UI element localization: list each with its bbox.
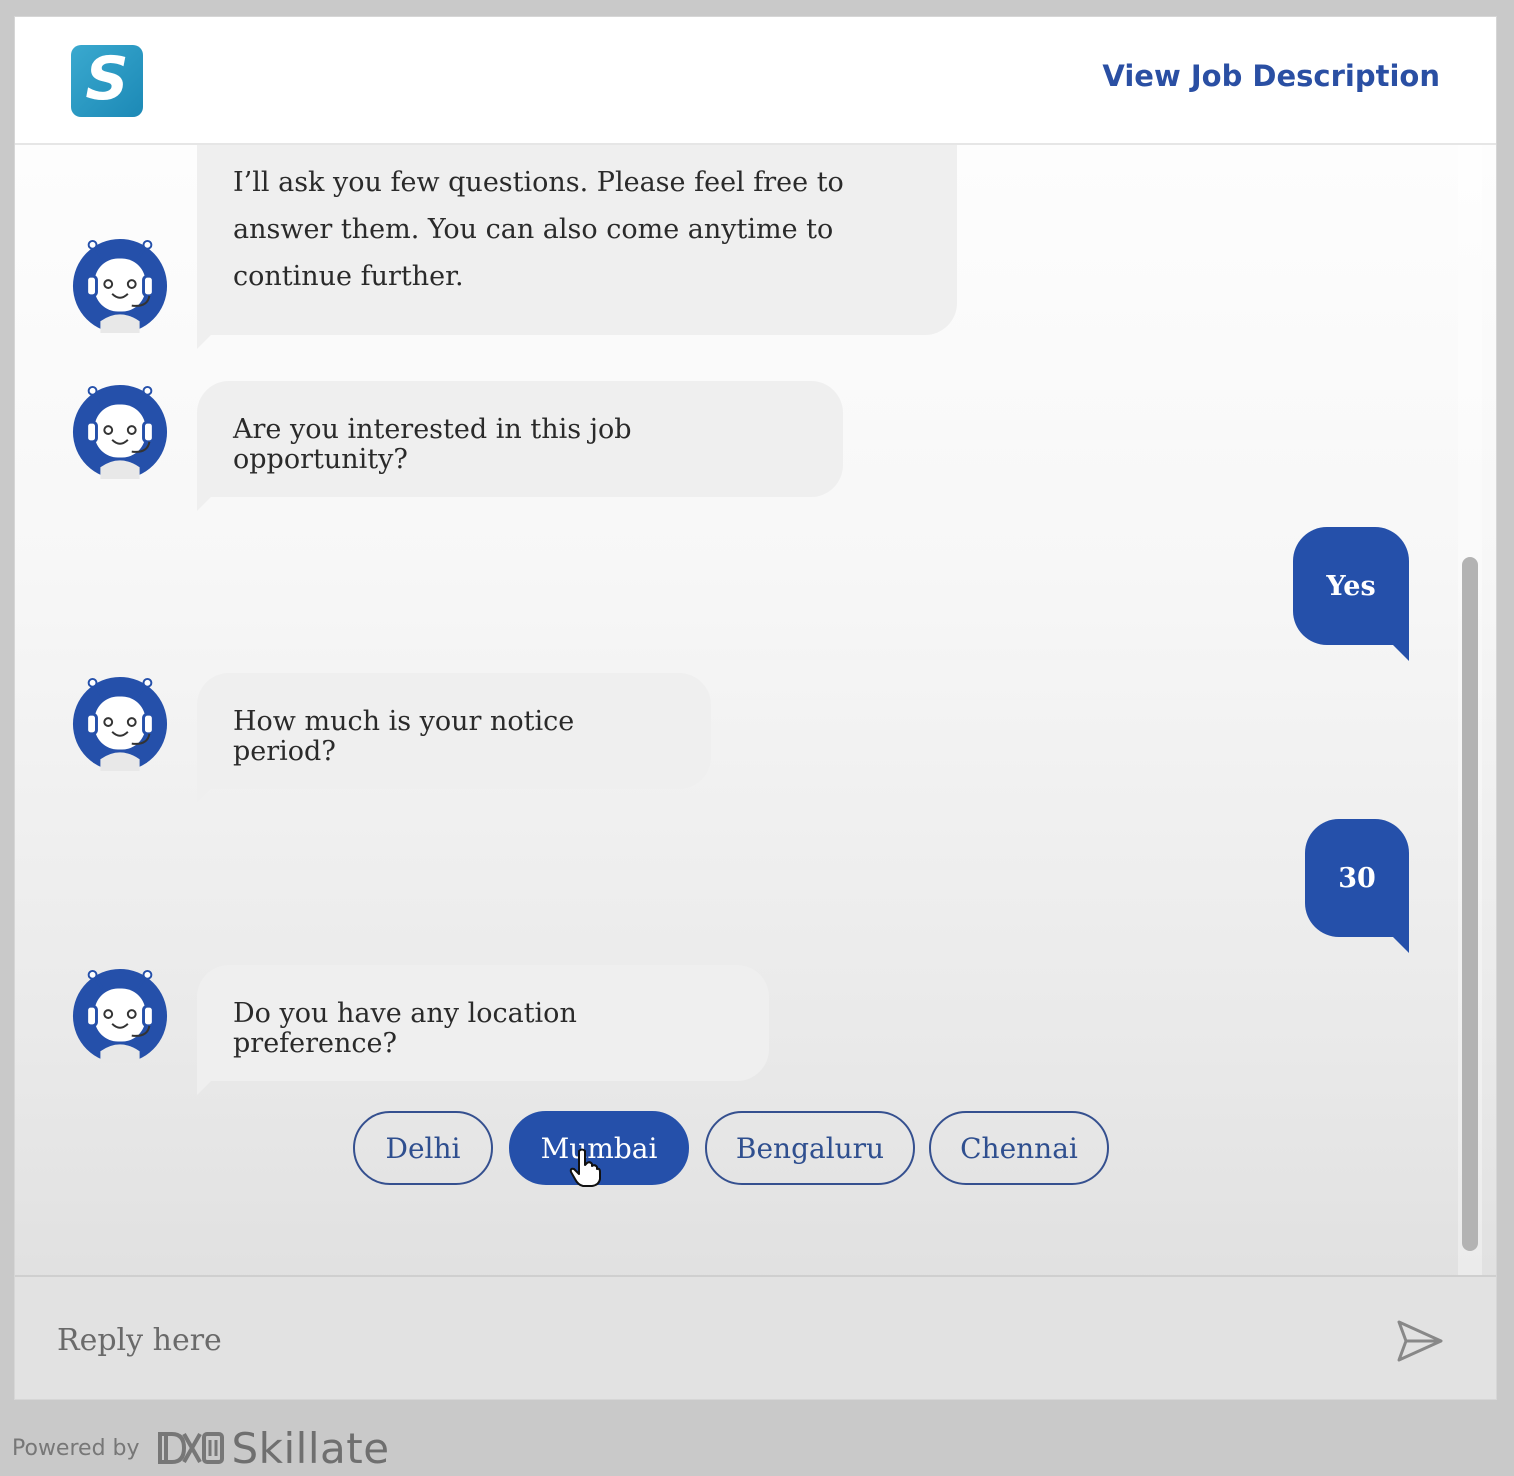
bot-message-line: I’ll ask you few questions. Please feel … [233, 167, 844, 198]
scrollbar-thumb[interactable] [1462, 557, 1478, 1251]
user-message-text: 30 [1338, 862, 1376, 894]
chat-window: S View Job Description I’ll ask you few … [14, 16, 1497, 1400]
user-message: 30 [1305, 819, 1409, 953]
bot-message: Are you interested in this job opportuni… [197, 381, 843, 511]
chat-messages: I’ll ask you few questions. Please feel … [15, 145, 1465, 1275]
app-logo: S [71, 45, 143, 117]
option-chip-chennai[interactable]: Chennai [929, 1111, 1109, 1185]
bot-message: How much is your notice period? [197, 673, 711, 803]
bot-message-line: answer them. You can also come anytime t… [233, 214, 834, 245]
bot-message-line: continue further. [233, 261, 464, 292]
bot-avatar-icon [72, 384, 168, 480]
view-job-description-link[interactable]: View Job Description [1102, 59, 1440, 93]
bot-message-text: Do you have any location preference? [233, 998, 577, 1059]
skillate-logo-icon [157, 1432, 224, 1464]
bot-message-text: How much is your notice period? [233, 706, 575, 767]
bot-message: Do you have any location preference? [197, 965, 769, 1095]
skillate-brand: Skillate [231, 1423, 390, 1473]
bot-avatar-icon [72, 968, 168, 1064]
bot-message: I’ll ask you few questions. Please feel … [197, 145, 957, 349]
option-chip-delhi[interactable]: Delhi [353, 1111, 493, 1185]
bot-avatar-icon [72, 238, 168, 334]
bot-avatar-icon [72, 676, 168, 772]
hand-cursor-icon [569, 1148, 601, 1187]
option-chip-bengaluru[interactable]: Bengaluru [705, 1111, 915, 1185]
user-message: Yes [1293, 527, 1409, 661]
bot-message-text: Are you interested in this job opportuni… [233, 414, 632, 475]
send-icon[interactable] [1396, 1319, 1444, 1363]
powered-by-text: Powered by [12, 1435, 140, 1461]
app-logo-letter: S [85, 44, 129, 114]
header-bar: S View Job Description [15, 17, 1496, 145]
reply-input[interactable] [55, 1305, 1359, 1375]
user-message-text: Yes [1326, 570, 1376, 602]
powered-by-footer: Powered by Skillate [12, 1423, 390, 1473]
reply-bar [15, 1275, 1496, 1399]
